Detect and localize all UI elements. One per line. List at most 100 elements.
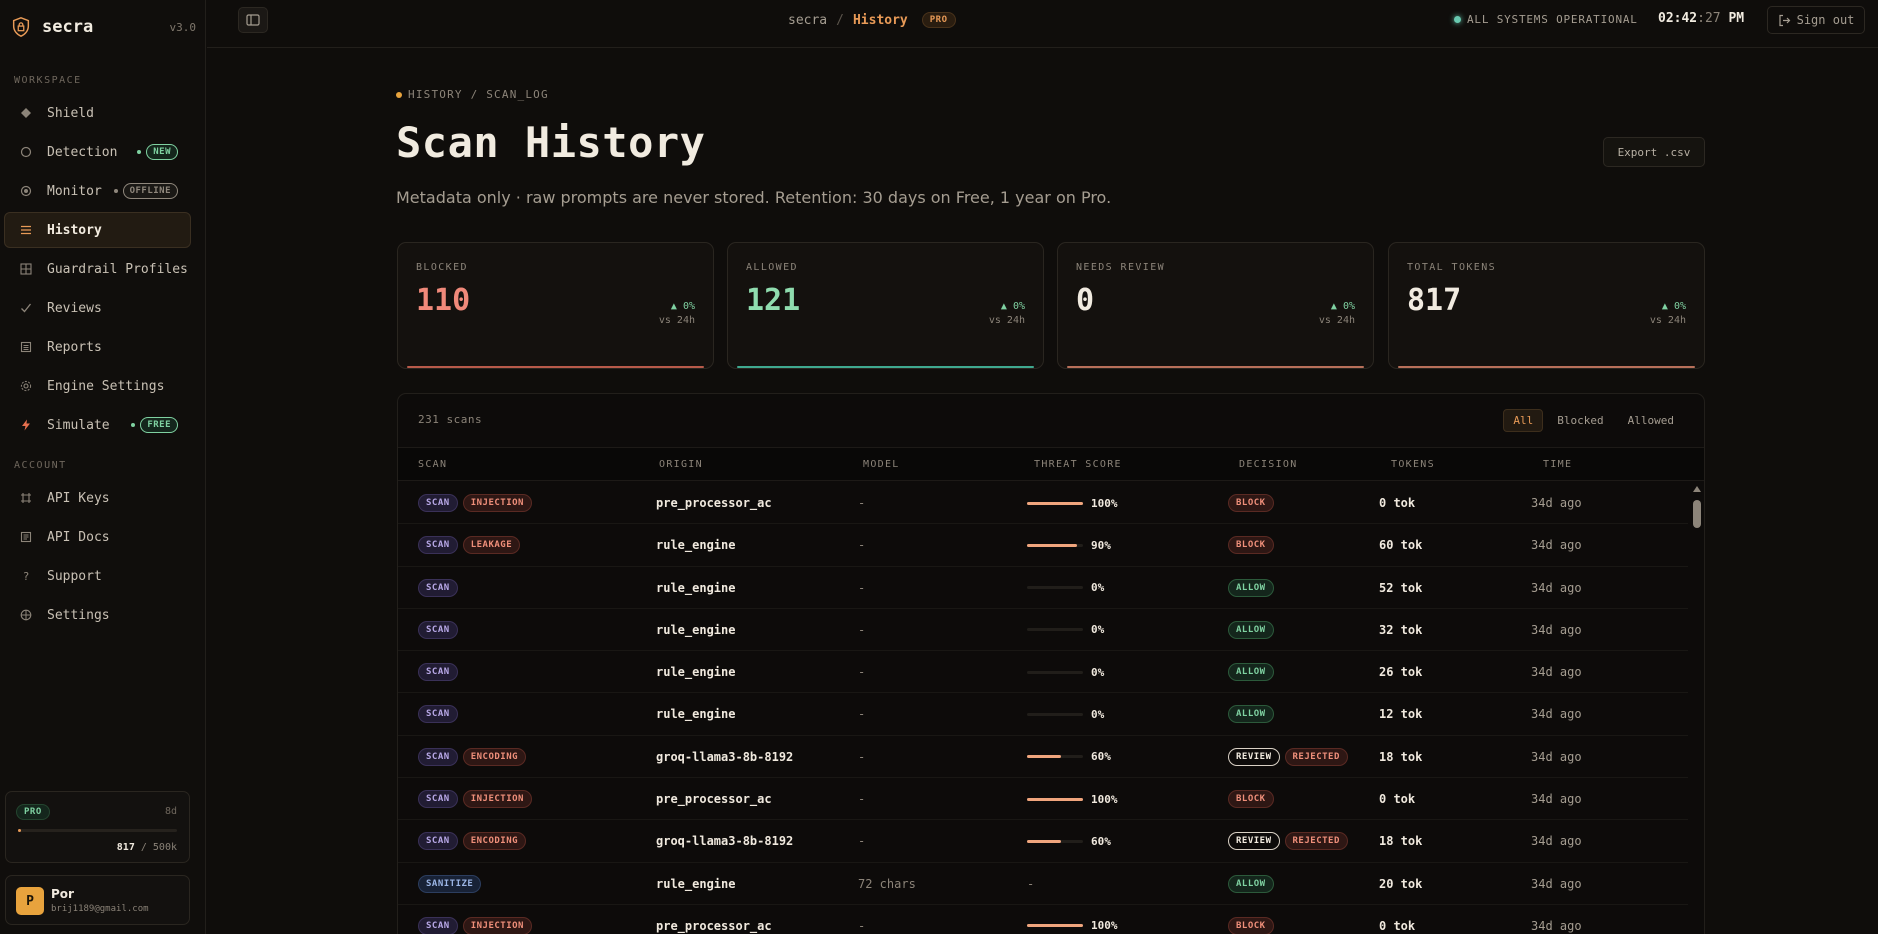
sidebar-toggle-button[interactable] bbox=[238, 7, 268, 33]
brand-version: v3.0 bbox=[169, 20, 197, 34]
plan-usage-text: 817 / 500k bbox=[117, 842, 177, 853]
column-header-tokens[interactable]: TOKENS bbox=[1391, 459, 1435, 470]
threat-score-fill bbox=[1027, 543, 1078, 547]
breadcrumb-root[interactable]: secra bbox=[788, 13, 827, 28]
decision-badge: REVIEW bbox=[1228, 747, 1280, 766]
decision-badge: ALLOW bbox=[1228, 874, 1274, 893]
tokens-cell: 12 tok bbox=[1379, 707, 1423, 722]
filter-blocked[interactable]: Blocked bbox=[1547, 409, 1613, 432]
sidebar-item-settings[interactable]: Settings bbox=[4, 597, 191, 633]
time-cell: 34d ago bbox=[1531, 792, 1582, 807]
table-row[interactable]: SCAN rule_engine - 0% ALLOW 26 tok 34d ago bbox=[398, 651, 1688, 694]
sidebar-item-engine-settings[interactable]: Engine Settings bbox=[4, 368, 191, 404]
sidebar-item-reports[interactable]: Reports bbox=[4, 329, 191, 365]
table-row[interactable]: SCAN INJECTION pre_processor_ac - 100% BLOCK 0… bbox=[398, 905, 1688, 934]
table-row[interactable]: SCAN rule_engine - 0% ALLOW 12 tok 34d ago bbox=[398, 693, 1688, 736]
stat-compare: vs 24h bbox=[1318, 315, 1355, 326]
user-email: brij1189@gmail.com bbox=[51, 904, 149, 914]
column-header-time[interactable]: TIME bbox=[1543, 459, 1572, 470]
decision-cell: REVIEW REJECTED bbox=[1228, 736, 1353, 778]
column-header-model[interactable]: MODEL bbox=[863, 459, 900, 470]
sidebar-item-api-docs[interactable]: API Docs bbox=[4, 519, 191, 555]
tokens-cell: 32 tok bbox=[1379, 622, 1423, 637]
scan-cell: SCAN ENCODING bbox=[418, 820, 531, 862]
origin-cell: rule_engine bbox=[656, 622, 736, 637]
table-row[interactable]: SCAN LEAKAGE rule_engine - 90% BLOCK 60 tok 34d… bbox=[398, 524, 1688, 567]
scan-cell: SCAN bbox=[418, 693, 463, 735]
sidebar-item-detection[interactable]: Detection NEW bbox=[4, 134, 191, 170]
brand[interactable]: secra v3.0 bbox=[10, 14, 196, 40]
sidebar-item-shield[interactable]: Shield bbox=[4, 95, 191, 131]
threat-score-cell: 0% bbox=[1027, 651, 1104, 693]
eyebrow-text: HISTORY / SCAN_LOG bbox=[408, 88, 549, 101]
tokens-cell: 18 tok bbox=[1379, 749, 1423, 764]
tokens-cell: 0 tok bbox=[1379, 918, 1416, 933]
badge-text: NEW bbox=[146, 144, 178, 160]
column-header-scan[interactable]: SCAN bbox=[418, 459, 447, 470]
table-row[interactable]: SCAN INJECTION pre_processor_ac - 100% BLOCK 0… bbox=[398, 482, 1688, 525]
scan-count: 231 scans bbox=[418, 413, 483, 426]
table-scrollbar[interactable] bbox=[1690, 482, 1704, 934]
column-header-origin[interactable]: ORIGIN bbox=[659, 459, 703, 470]
table-row[interactable]: SCAN rule_engine - 0% ALLOW 52 tok 34d ago bbox=[398, 567, 1688, 609]
scan-type-tag: SCAN bbox=[418, 620, 458, 639]
stat-card-blocked: BLOCKED 110 ▲ 0% vs 24h bbox=[397, 242, 714, 369]
plan-usage-card[interactable]: PRO 8d 817 / 500k bbox=[5, 791, 190, 863]
table-row[interactable]: SCAN INJECTION pre_processor_ac - 100% BLOCK 0… bbox=[398, 778, 1688, 821]
user-name: Por bbox=[51, 887, 74, 901]
table-row[interactable]: SCAN rule_engine - 0% ALLOW 32 tok 34d ago bbox=[398, 609, 1688, 652]
sidebar-item-guardrail-profiles[interactable]: Guardrail Profiles bbox=[4, 251, 191, 287]
model-cell: - bbox=[858, 538, 866, 553]
time-cell: 34d ago bbox=[1531, 580, 1582, 595]
doc-icon bbox=[19, 530, 33, 544]
filter-all[interactable]: All bbox=[1503, 409, 1544, 432]
stat-value: 110 bbox=[416, 283, 471, 318]
report-icon bbox=[19, 340, 33, 354]
decision-cell: ALLOW bbox=[1228, 693, 1279, 735]
model-cell: - bbox=[858, 665, 866, 680]
radio-icon bbox=[19, 184, 33, 198]
nav-badge: OFFLINE bbox=[113, 183, 178, 199]
sidebar-item-reviews[interactable]: Reviews bbox=[4, 290, 191, 326]
table-row[interactable]: SCAN ENCODING groq-llama3-8b-8192 - 60% REVIE… bbox=[398, 736, 1688, 779]
sidebar-item-api-keys[interactable]: API Keys bbox=[4, 480, 191, 516]
filter-allowed[interactable]: Allowed bbox=[1618, 409, 1684, 432]
scroll-up-icon[interactable] bbox=[1693, 486, 1701, 492]
plan-used: 817 bbox=[116, 842, 135, 853]
breadcrumb-separator: / bbox=[836, 12, 844, 28]
column-header-threat-score[interactable]: THREAT SCORE bbox=[1034, 459, 1122, 470]
origin-cell: groq-llama3-8b-8192 bbox=[656, 749, 794, 764]
sidebar-item-simulate[interactable]: Simulate FREE bbox=[4, 407, 191, 443]
nav-badge: FREE bbox=[131, 417, 178, 433]
badge-text: OFFLINE bbox=[122, 183, 178, 199]
sidebar-item-support[interactable]: ? Support bbox=[4, 558, 191, 594]
badge-dot-icon bbox=[113, 189, 118, 193]
user-card[interactable]: P Por brij1189@gmail.com bbox=[5, 875, 190, 925]
threat-category-tag: LEAKAGE bbox=[462, 536, 521, 555]
threat-category-tag: ENCODING bbox=[462, 747, 527, 766]
stat-accent-line bbox=[407, 366, 704, 368]
stat-label: BLOCKED bbox=[416, 262, 468, 273]
column-header-decision[interactable]: DECISION bbox=[1239, 459, 1298, 470]
plan-usage-bar bbox=[18, 829, 177, 832]
sidebar-item-history[interactable]: History bbox=[4, 212, 191, 248]
question-icon: ? bbox=[19, 569, 33, 583]
threat-score-fill bbox=[1027, 755, 1061, 759]
sign-out-button[interactable]: Sign out bbox=[1767, 6, 1865, 34]
model-cell: - bbox=[858, 622, 866, 637]
decision-badge: ALLOW bbox=[1228, 663, 1274, 682]
sidebar-item-label: History bbox=[47, 222, 102, 238]
page-subtitle: Metadata only · raw prompts are never st… bbox=[396, 188, 1112, 207]
table-row[interactable]: SCAN ENCODING groq-llama3-8b-8192 - 60% REVIE… bbox=[398, 820, 1688, 863]
export-csv-button[interactable]: Export .csv bbox=[1603, 137, 1705, 167]
threat-score-bar bbox=[1027, 924, 1083, 928]
time-cell: 34d ago bbox=[1531, 918, 1582, 933]
list-icon bbox=[19, 223, 33, 237]
threat-score-bar bbox=[1027, 712, 1083, 716]
scroll-thumb[interactable] bbox=[1693, 500, 1701, 528]
table-row[interactable]: SANITIZE rule_engine 72 chars - ALLOW 20 tok 3… bbox=[398, 863, 1688, 905]
sidebar-item-monitor[interactable]: Monitor OFFLINE bbox=[4, 173, 191, 209]
threat-score-fill bbox=[1027, 839, 1061, 843]
topbar: secra / History PRO ALL SYSTEMS OPERATIO… bbox=[207, 0, 1878, 48]
stat-delta: ▲ 0% bbox=[670, 301, 695, 312]
